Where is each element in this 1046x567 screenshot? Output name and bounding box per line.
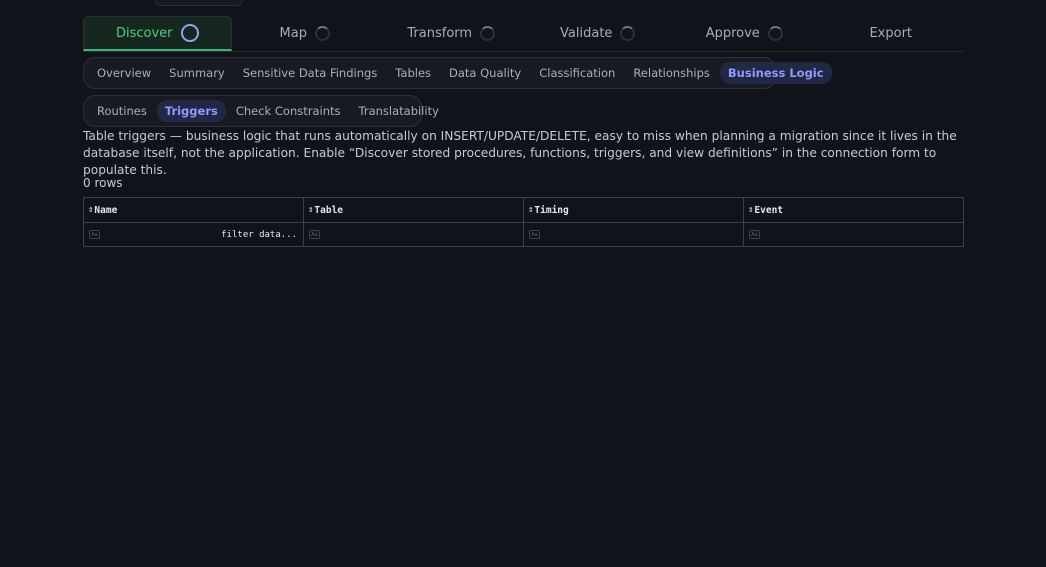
top-pill-fragment — [155, 0, 243, 6]
subtab-routines[interactable]: Routines — [89, 100, 155, 122]
step-approve[interactable]: Approve — [671, 16, 818, 51]
progress-ring-icon — [314, 26, 330, 41]
step-label: Export — [869, 26, 913, 41]
filter-placeholder: filter data... — [221, 229, 297, 240]
step-label: Validate — [560, 26, 613, 41]
progress-ring-icon — [767, 26, 783, 41]
tab-overview[interactable]: Overview — [89, 62, 159, 84]
filter-name-input[interactable]: Aa filter data... — [84, 223, 304, 246]
section-description: Table triggers — business logic that run… — [83, 129, 957, 177]
sort-icon: ⇕ — [528, 205, 534, 215]
subtab-check-constraints[interactable]: Check Constraints — [228, 100, 349, 122]
step-label: Map — [279, 26, 307, 41]
text-filter-icon: Aa — [309, 230, 320, 239]
table-header-row: ⇕ Name ⇕ Table ⇕ Timing ⇕ Event — [84, 198, 963, 223]
column-header-timing[interactable]: ⇕ Timing — [524, 198, 744, 222]
column-header-table[interactable]: ⇕ Table — [304, 198, 524, 222]
tab-relationships[interactable]: Relationships — [625, 62, 718, 84]
filter-event-input[interactable]: Aa — [744, 223, 963, 246]
text-filter-icon: Aa — [529, 230, 540, 239]
subtab-translatability[interactable]: Translatability — [351, 100, 447, 122]
column-label: Table — [314, 204, 344, 216]
tab-classification[interactable]: Classification — [531, 62, 623, 84]
workflow-stepper: Discover Map Transform Validate Approve … — [83, 16, 964, 52]
step-label: Discover — [115, 25, 173, 41]
filter-timing-input[interactable]: Aa — [524, 223, 744, 246]
column-label: Event — [754, 204, 784, 216]
tab-data-quality[interactable]: Data Quality — [441, 62, 529, 84]
discover-tabs: Overview Summary Sensitive Data Findings… — [83, 57, 832, 89]
step-transform[interactable]: Transform — [378, 16, 525, 51]
column-label: Name — [94, 204, 118, 216]
subtab-triggers[interactable]: Triggers — [156, 100, 226, 122]
step-validate[interactable]: Validate — [525, 16, 672, 51]
row-count: 0 rows — [83, 176, 123, 190]
column-header-event[interactable]: ⇕ Event — [744, 198, 963, 222]
business-logic-subtabs: Routines Triggers Check Constraints Tran… — [83, 95, 439, 127]
progress-ring-icon — [620, 26, 636, 41]
column-label: Timing — [534, 204, 569, 216]
step-discover[interactable]: Discover — [83, 16, 232, 51]
triggers-table: ⇕ Name ⇕ Table ⇕ Timing ⇕ Event Aa filte… — [83, 197, 964, 247]
sort-icon: ⇕ — [308, 205, 314, 215]
progress-ring-icon — [180, 24, 199, 42]
step-label: Approve — [705, 26, 760, 41]
tab-business-logic[interactable]: Business Logic — [719, 62, 832, 84]
tab-tables[interactable]: Tables — [387, 62, 439, 84]
step-export[interactable]: Export — [818, 16, 965, 51]
step-label: Transform — [407, 26, 473, 41]
text-filter-icon: Aa — [749, 230, 760, 239]
step-map[interactable]: Map — [232, 16, 379, 51]
sort-icon: ⇕ — [88, 205, 94, 215]
column-header-name[interactable]: ⇕ Name — [84, 198, 304, 222]
tab-summary[interactable]: Summary — [161, 62, 233, 84]
filter-row: Aa filter data... Aa Aa Aa — [84, 223, 963, 246]
tab-sensitive-data-findings[interactable]: Sensitive Data Findings — [235, 62, 386, 84]
text-filter-icon: Aa — [89, 230, 100, 239]
filter-table-input[interactable]: Aa — [304, 223, 524, 246]
sort-icon: ⇕ — [748, 205, 754, 215]
progress-ring-icon — [480, 26, 496, 41]
